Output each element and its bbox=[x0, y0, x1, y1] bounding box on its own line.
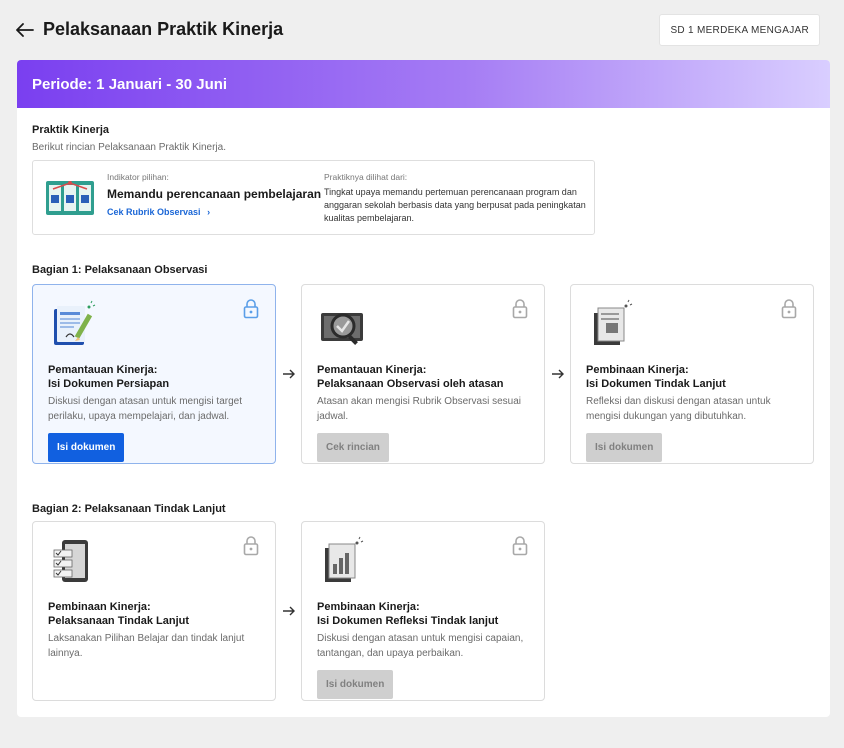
chevron-right-icon: › bbox=[207, 207, 211, 217]
top-bar: Pelaksanaan Praktik Kinerja SD 1 MERDEKA… bbox=[0, 0, 844, 60]
praktik-title: Praktik Kinerja bbox=[32, 124, 110, 136]
indikator-label: Indikator pilihan: bbox=[107, 172, 169, 182]
arrow-right-icon bbox=[283, 606, 295, 616]
step-description: Laksanakan Pilihan Belajar dan tindak la… bbox=[48, 633, 245, 659]
arrow-left-icon bbox=[16, 23, 34, 37]
page-title: Pelaksanaan Praktik Kinerja bbox=[43, 19, 284, 39]
document-pencil-icon bbox=[54, 300, 96, 345]
dilihat-text: Tingkat upaya memandu pertemuan perencan… bbox=[324, 187, 586, 223]
step-description: Diskusi dengan atasan untuk mengisi targ… bbox=[48, 396, 243, 422]
lock-icon bbox=[243, 299, 259, 319]
cek-rincian-button[interactable]: Cek rincian bbox=[317, 433, 389, 462]
cek-rubrik-link[interactable]: Cek Rubrik Observasi › bbox=[107, 207, 210, 217]
lock-icon bbox=[512, 299, 528, 319]
step-title: Pembinaan Kinerja: Isi Dokumen Refleksi … bbox=[317, 601, 499, 627]
bagian2-title: Bagian 2: Pelaksanaan Tindak Lanjut bbox=[32, 503, 226, 515]
document-chart-icon bbox=[325, 536, 364, 582]
indikator-title: Memandu perencanaan pembelajaran bbox=[107, 187, 322, 201]
step-isi-dokumen-refleksi: Pembinaan Kinerja: Isi Dokumen Refleksi … bbox=[301, 521, 545, 701]
praktik-subtitle: Berikut rincian Pelaksanaan Praktik Kine… bbox=[32, 142, 226, 153]
step-title: Pemantauan Kinerja: Pelaksanaan Observas… bbox=[317, 364, 504, 390]
step-isi-dokumen-persiapan: Pemantauan Kinerja: Isi Dokumen Persiapa… bbox=[32, 284, 276, 464]
arrow-right-icon bbox=[552, 369, 564, 379]
step-title: Pembinaan Kinerja: Isi Dokumen Tindak La… bbox=[586, 364, 726, 390]
step-title: Pembinaan Kinerja: Pelaksanaan Tindak La… bbox=[48, 601, 190, 627]
step-description: Refleksi dan diskusi dengan atasan untuk… bbox=[586, 396, 771, 422]
checklist-phone-icon bbox=[53, 540, 88, 582]
document-stack-icon bbox=[594, 299, 633, 345]
magnifier-check-icon bbox=[321, 313, 363, 345]
isi-dokumen-button[interactable]: Isi dokumen bbox=[317, 670, 394, 699]
dilihat-label: Praktiknya dilihat dari: bbox=[324, 172, 408, 182]
step-isi-dokumen-tindak-lanjut: Pembinaan Kinerja: Isi Dokumen Tindak La… bbox=[570, 284, 814, 464]
isi-dokumen-button[interactable]: Isi dokumen bbox=[48, 433, 125, 462]
cek-rubrik-link-label: Cek Rubrik Observasi bbox=[107, 207, 201, 217]
lock-icon bbox=[243, 536, 259, 556]
step-description: Diskusi dengan atasan untuk mengisi capa… bbox=[317, 633, 524, 659]
step-title: Pemantauan Kinerja: Isi Dokumen Persiapa… bbox=[48, 364, 170, 390]
step-description: Atasan akan mengisi Rubrik Observasi ses… bbox=[317, 396, 521, 422]
step-pelaksanaan-observasi: Pemantauan Kinerja: Pelaksanaan Observas… bbox=[301, 284, 545, 464]
lock-icon bbox=[781, 299, 797, 319]
indikator-box: Indikator pilihan: Memandu perencanaan p… bbox=[32, 160, 595, 235]
bagian1-title: Bagian 1: Pelaksanaan Observasi bbox=[32, 264, 208, 276]
periode-banner: Periode: 1 Januari - 30 Juni bbox=[17, 60, 830, 108]
back-button[interactable] bbox=[14, 19, 36, 41]
main-card: Periode: 1 Januari - 30 Juni Praktik Kin… bbox=[17, 60, 830, 717]
periode-label: Periode: 1 Januari - 30 Juni bbox=[32, 75, 228, 93]
isi-dokumen-button[interactable]: Isi dokumen bbox=[586, 433, 663, 462]
planning-board-icon bbox=[46, 181, 94, 215]
lock-icon bbox=[512, 536, 528, 556]
school-button[interactable]: SD 1 MERDEKA MENGAJAR bbox=[659, 14, 820, 46]
step-pelaksanaan-tindak-lanjut: Pembinaan Kinerja: Pelaksanaan Tindak La… bbox=[32, 521, 276, 701]
arrow-right-icon bbox=[283, 369, 295, 379]
